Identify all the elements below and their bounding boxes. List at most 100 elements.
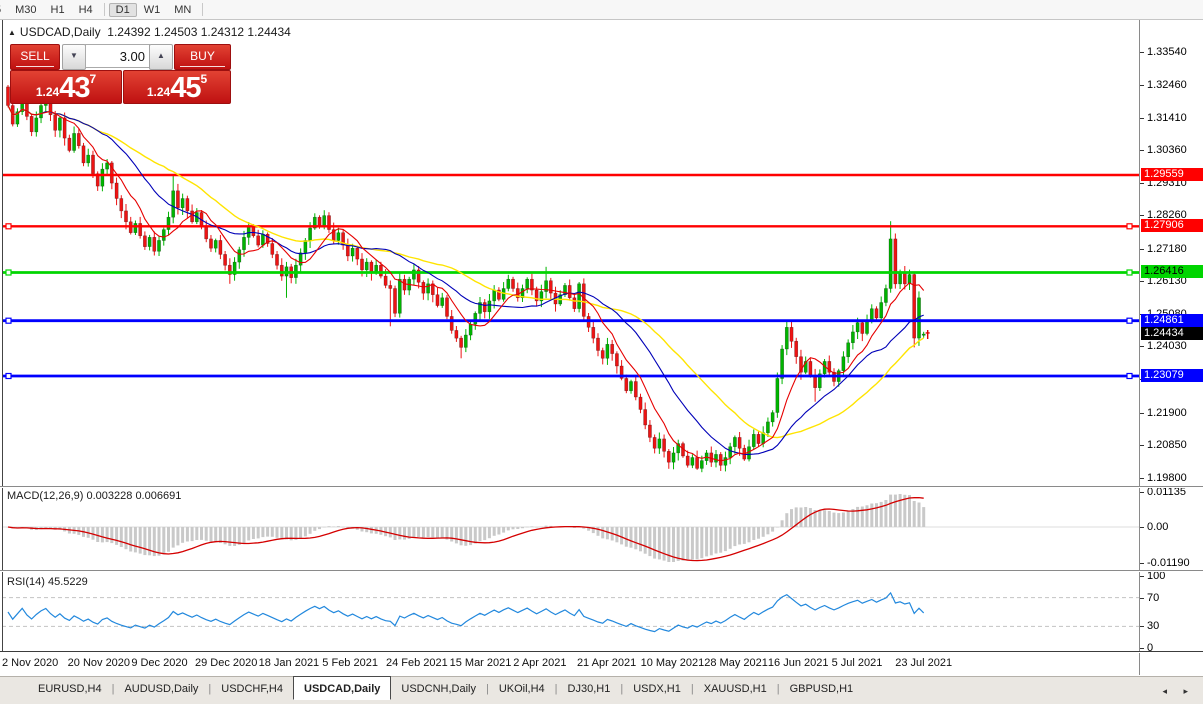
macd-tick-label: 0.01135	[1147, 486, 1186, 498]
timeframe-button-mn[interactable]: MN	[167, 3, 198, 17]
price-tick-label: 1.33540	[1147, 46, 1187, 58]
macd-tick-mark	[1140, 563, 1144, 564]
chart-tab-usdcad[interactable]: USDCAD,Daily	[293, 676, 392, 700]
volume-decrease-button[interactable]: ▼	[62, 44, 86, 70]
price-tick-label: 1.21900	[1147, 407, 1187, 419]
timeframe-button-d1[interactable]: D1	[108, 2, 137, 17]
price-tick-mark	[1140, 445, 1144, 446]
chart-tab-ukoil[interactable]: UKOil,H4	[489, 680, 555, 699]
macd-tick-label: -0.01190	[1147, 557, 1190, 569]
macd-indicator-label: MACD(12,26,9) 0.003228 0.006691	[7, 490, 181, 502]
timeframe-button-5[interactable]: 5	[0, 3, 8, 17]
buy-price-sup: 5	[200, 72, 208, 86]
timeframe-button-h4[interactable]: H4	[72, 3, 100, 17]
chart-tab-audusd[interactable]: AUDUSD,Daily	[114, 680, 208, 699]
rsi-name: RSI(14)	[7, 576, 45, 588]
date-tick-label: 5 Feb 2021	[322, 657, 378, 669]
buy-price-big: 45	[170, 72, 201, 104]
buy-price-box[interactable]: 1.24 45 5	[123, 70, 231, 104]
rsi-tick-mark	[1140, 648, 1144, 649]
price-tick-mark	[1140, 346, 1144, 347]
date-tick-label: 21 Apr 2021	[576, 657, 637, 669]
timeframe-button-h1[interactable]: H1	[44, 3, 72, 17]
toolbar-separator	[103, 3, 105, 16]
date-tick-label: 10 May 2021	[640, 657, 705, 669]
sell-price-box[interactable]: 1.24 43 7	[10, 70, 122, 104]
rsi-dateaxis-separator	[0, 651, 1203, 652]
price-tick-label: 1.20850	[1147, 439, 1187, 451]
date-tick-label: 15 Mar 2021	[449, 657, 512, 669]
sell-price-big: 43	[59, 72, 90, 104]
timeframe-button-m30[interactable]: M30	[8, 3, 43, 17]
chart-tab-usdcnh[interactable]: USDCNH,Daily	[391, 680, 486, 699]
sell-button[interactable]: SELL	[10, 44, 60, 70]
date-tick-label: 2 Nov 2020	[2, 657, 59, 669]
rsi-tick-label: 70	[1147, 592, 1160, 604]
level-price-chip: 1.27906	[1141, 219, 1203, 232]
price-tick-mark	[1140, 249, 1144, 250]
chart-tab-usdx[interactable]: USDX,H1	[623, 680, 691, 699]
level-price-chip: 1.23079	[1141, 369, 1203, 382]
price-axis: 1.33540 1.32460 1.31410 1.30360 1.29310 1.282…	[1139, 20, 1203, 675]
price-tick-label: 1.27180	[1147, 243, 1187, 255]
rsi-tick-mark	[1140, 598, 1144, 599]
sell-price-small: 1.24	[35, 85, 60, 99]
price-tick-label: 1.31410	[1147, 112, 1187, 124]
chart-tab-gbpusd[interactable]: GBPUSD,H1	[780, 680, 864, 699]
price-tick-label: 1.30360	[1147, 144, 1187, 156]
date-tick-label: 28 May 2021	[704, 657, 768, 669]
macd-main-value: 0.003228	[86, 490, 133, 502]
price-tick-mark	[1140, 281, 1144, 282]
price-tick-mark	[1140, 52, 1144, 53]
tab-scroll-arrows[interactable]: ◂ ▸	[1162, 686, 1195, 697]
trading-terminal-window: 5M30H1H4D1W1MN ▲USDCAD,Daily 1.24392 1.2…	[0, 0, 1203, 704]
ohlc-values: 1.24392 1.24503 1.24312 1.24434	[107, 25, 291, 39]
buy-price-small: 1.24	[146, 85, 171, 99]
buy-button[interactable]: BUY	[174, 44, 231, 70]
chart-left-border	[2, 20, 3, 652]
rsi-tick-label: 30	[1147, 620, 1160, 632]
volume-input[interactable]	[85, 44, 150, 68]
macd-name: MACD(12,26,9)	[7, 490, 84, 502]
toolbar-separator	[202, 3, 204, 16]
rsi-tick-label: 100	[1147, 570, 1166, 582]
price-tick-mark	[1140, 215, 1144, 216]
price-tick-mark	[1140, 118, 1144, 119]
price-tick-mark	[1140, 413, 1144, 414]
date-tick-label: 2 Apr 2021	[513, 657, 567, 669]
chart-tab-eurusd[interactable]: EURUSD,H4	[28, 680, 112, 699]
chart-tab-dj30[interactable]: DJ30,H1	[558, 680, 621, 699]
price-chart-canvas[interactable]	[0, 20, 1139, 653]
date-tick-label: 29 Dec 2020	[194, 657, 258, 669]
date-tick-label: 16 Jun 2021	[767, 657, 829, 669]
price-macd-separator[interactable]	[0, 486, 1203, 487]
level-price-chip: 1.24861	[1141, 314, 1203, 327]
macd-tick-mark	[1140, 527, 1144, 528]
symbol-label: USDCAD,Daily	[19, 25, 101, 39]
collapse-triangle-icon[interactable]: ▲	[8, 28, 16, 37]
rsi-tick-mark	[1140, 626, 1144, 627]
date-tick-label: 5 Jul 2021	[831, 657, 883, 669]
price-tick-mark	[1140, 478, 1144, 479]
level-price-chip: 1.29559	[1141, 168, 1203, 181]
date-tick-label: 24 Feb 2021	[385, 657, 448, 669]
chart-symbol-header: ▲ USDCAD,Daily 1.24392 1.24503 1.24312 1.…	[8, 25, 291, 39]
chart-tab-xauusd[interactable]: XAUUSD,H1	[694, 680, 777, 699]
macd-signal-value: 0.006691	[135, 490, 182, 502]
rsi-indicator-label: RSI(14) 45.5229	[7, 576, 88, 588]
macd-rsi-separator[interactable]	[0, 570, 1203, 571]
date-axis: 2 Nov 2020 20 Nov 2020 9 Dec 2020 29 Dec 20…	[0, 653, 1139, 675]
date-tick-label: 18 Jan 2021	[258, 657, 320, 669]
level-price-chip: 1.26416	[1141, 265, 1203, 278]
rsi-tick-label: 0	[1147, 642, 1154, 654]
price-tick-label: 1.32460	[1147, 79, 1187, 91]
price-tick-label: 1.19800	[1147, 472, 1187, 484]
rsi-tick-mark	[1140, 576, 1144, 577]
chart-tab-bar: EURUSD,H4 | AUDUSD,Daily | USDCHF,H4 USDCAD,D…	[0, 676, 1203, 704]
price-tick-mark	[1140, 183, 1144, 184]
volume-increase-button[interactable]: ▲	[149, 44, 173, 70]
date-tick-label: 23 Jul 2021	[895, 657, 953, 669]
chart-tab-usdchf[interactable]: USDCHF,H4	[211, 680, 293, 699]
timeframe-button-w1[interactable]: W1	[137, 3, 168, 17]
price-tick-mark	[1140, 150, 1144, 151]
